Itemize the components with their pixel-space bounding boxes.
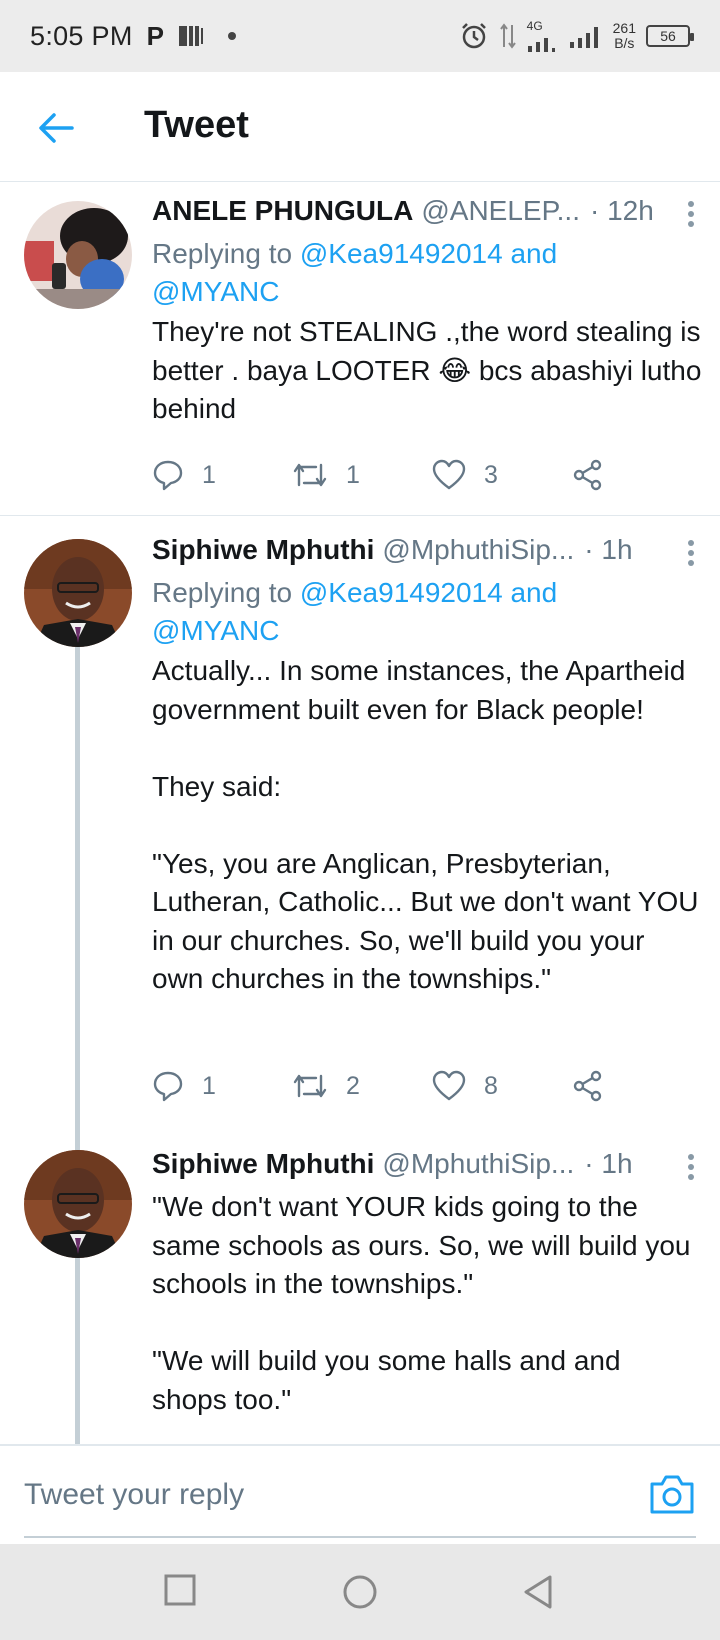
- like-count: 8: [484, 1071, 498, 1100]
- retweet-count: 2: [346, 1071, 360, 1100]
- timestamp: · 1h: [584, 534, 633, 565]
- parking-icon: P: [146, 20, 164, 51]
- replying-to: Replying to @Kea91492014 and @MYANC: [152, 577, 558, 646]
- like-count: 3: [484, 460, 498, 489]
- tweet-actions: 1 2 8: [152, 1066, 622, 1106]
- reply-underline: [24, 1536, 696, 1538]
- tweet-header: Siphiwe Mphuthi @MphuthiSip... · 1h: [152, 1148, 702, 1186]
- page-title: Tweet: [144, 104, 249, 146]
- username[interactable]: @MphuthiSip...: [382, 1148, 574, 1180]
- reply-button[interactable]: 1: [152, 1066, 292, 1106]
- system-nav-bar: [0, 1544, 720, 1640]
- recents-button-icon[interactable]: [164, 1574, 196, 1606]
- mention-link[interactable]: @Kea91492014: [300, 577, 503, 608]
- data-transfer-icon: [499, 23, 516, 49]
- reply-icon: [153, 460, 183, 491]
- display-name[interactable]: Siphiwe Mphuthi: [152, 534, 374, 566]
- alarm-icon: [461, 23, 486, 49]
- reply-composer: [0, 1444, 720, 1544]
- avatar[interactable]: [24, 201, 132, 309]
- tweet-actions: 1 1 3: [152, 455, 622, 495]
- mention-link[interactable]: @MYANC: [152, 615, 279, 646]
- reply-count: 1: [202, 1071, 216, 1100]
- heart-icon: [432, 459, 466, 490]
- tweet-header: Siphiwe Mphuthi @MphuthiSip... · 1h: [152, 534, 702, 572]
- tweet-header: ANELE PHUNGULA @ANELEP... · 12h: [152, 195, 702, 233]
- network-speed: 261 B/s: [612, 20, 636, 51]
- status-time: 5:05 PM: [30, 20, 133, 51]
- retweet-icon: [293, 1074, 327, 1098]
- notification-dot-icon: [228, 32, 236, 40]
- status-bar: 5:05 PM P 4G 261 B/s 56: [0, 0, 720, 72]
- timestamp: · 1h: [584, 1148, 633, 1179]
- display-name[interactable]: Siphiwe Mphuthi: [152, 1148, 374, 1180]
- tweet-3[interactable]: Siphiwe Mphuthi @MphuthiSip... · 1h "We …: [0, 1136, 720, 1444]
- like-button[interactable]: 8: [432, 1066, 572, 1106]
- display-name[interactable]: ANELE PHUNGULA: [152, 195, 413, 227]
- home-button-icon[interactable]: [342, 1574, 378, 1610]
- thread-line: [75, 647, 80, 1136]
- retweet-button[interactable]: 2: [292, 1066, 432, 1106]
- share-button[interactable]: [572, 1066, 622, 1106]
- avatar[interactable]: [24, 1150, 132, 1258]
- tweet-2[interactable]: Siphiwe Mphuthi @MphuthiSip... · 1h Repl…: [0, 516, 720, 1136]
- thread-line: [75, 1136, 80, 1150]
- mention-link[interactable]: @Kea91492014: [300, 238, 503, 269]
- network-type: 4G: [526, 19, 543, 33]
- share-icon: [573, 459, 602, 491]
- tweet-text: They're not STEALING .,the word stealing…: [152, 316, 702, 424]
- more-options-icon[interactable]: [684, 1152, 698, 1182]
- username[interactable]: @ANELEP...: [421, 195, 580, 227]
- top-app-bar: Tweet: [0, 72, 720, 182]
- retweet-icon: [293, 463, 327, 487]
- battery-icon: 56: [646, 25, 694, 47]
- reply-input[interactable]: [24, 1470, 584, 1520]
- like-button[interactable]: 3: [432, 455, 572, 495]
- username[interactable]: @MphuthiSip...: [382, 534, 574, 566]
- reply-button[interactable]: 1: [152, 455, 292, 495]
- retweet-count: 1: [346, 460, 360, 489]
- more-options-icon[interactable]: [684, 538, 698, 568]
- tweet-text: Actually... In some instances, the Apart…: [152, 655, 699, 994]
- avatar[interactable]: [24, 539, 132, 647]
- battery-level: 56: [660, 28, 676, 44]
- share-icon: [573, 1070, 602, 1102]
- timestamp: · 12h: [590, 195, 654, 226]
- share-button[interactable]: [572, 455, 622, 495]
- reply-icon: [153, 1071, 183, 1102]
- signal-icon-2: [569, 27, 598, 48]
- tweet-1[interactable]: ANELE PHUNGULA @ANELEP... · 12h Replying…: [0, 183, 720, 515]
- reply-count: 1: [202, 460, 216, 489]
- notification-app-icon: [179, 26, 203, 46]
- tweet-text: "We don't want YOUR kids going to the sa…: [152, 1191, 691, 1415]
- heart-icon: [432, 1070, 466, 1101]
- back-arrow-icon[interactable]: [36, 108, 76, 148]
- back-button-icon[interactable]: [522, 1574, 554, 1610]
- camera-icon[interactable]: [648, 1472, 696, 1516]
- more-options-icon[interactable]: [684, 199, 698, 229]
- retweet-button[interactable]: 1: [292, 455, 432, 495]
- replying-to: Replying to @Kea91492014 and @MYANC: [152, 238, 558, 307]
- mention-link[interactable]: @MYANC: [152, 276, 279, 307]
- signal-icon-1: [527, 38, 555, 52]
- thread-line: [75, 1258, 80, 1444]
